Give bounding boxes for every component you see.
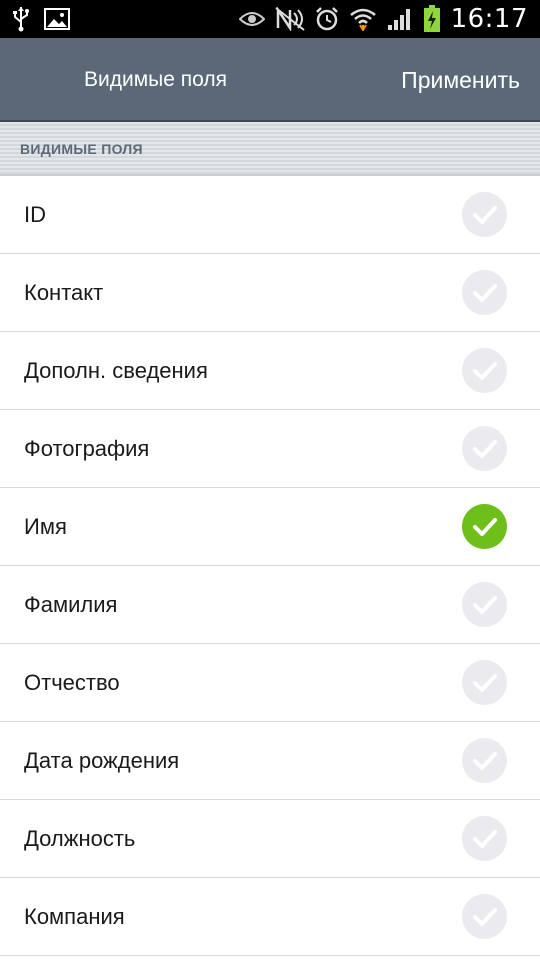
list-item-label: ID (24, 202, 46, 227)
list-item[interactable]: Дата рождения (0, 722, 540, 800)
list-item-label: Фотография (24, 436, 150, 461)
list-item[interactable]: Фотография (0, 410, 540, 488)
checkmark-icon[interactable] (462, 348, 507, 393)
checkmark-icon[interactable] (462, 660, 507, 705)
battery-charging-icon (423, 5, 441, 33)
section-header-label: ВИДИМЫЕ ПОЛЯ (20, 141, 143, 157)
list-item[interactable]: ID (0, 176, 540, 254)
status-bar-notifications (12, 6, 70, 32)
list-item-label: Фамилия (24, 592, 118, 617)
list-item[interactable]: Имя (0, 488, 540, 566)
visible-fields-list: ID Контакт Дополн. сведения Фотография И… (0, 176, 540, 956)
list-item[interactable]: Дополн. сведения (0, 332, 540, 410)
apply-button[interactable]: Применить (401, 38, 520, 122)
list-item-label: Имя (24, 514, 67, 539)
status-bar: 16:17 (0, 0, 540, 38)
list-item-label: Контакт (24, 280, 104, 305)
checkmark-icon[interactable] (462, 894, 507, 939)
list-item[interactable]: Контакт (0, 254, 540, 332)
usb-icon (12, 6, 30, 32)
eye-icon (238, 10, 265, 28)
list-item[interactable]: Отчество (0, 644, 540, 722)
checkmark-icon[interactable] (462, 270, 507, 315)
list-item-label: Отчество (24, 670, 120, 695)
section-header: ВИДИМЫЕ ПОЛЯ (0, 122, 540, 176)
clock: 16:17 (450, 4, 528, 34)
image-icon (44, 8, 70, 30)
checkmark-icon[interactable] (462, 426, 507, 471)
checkmark-icon[interactable] (462, 192, 507, 237)
list-item[interactable]: Компания (0, 878, 540, 956)
checkmark-icon[interactable] (462, 816, 507, 861)
page-title: Видимые поля (84, 68, 227, 91)
list-item-label: Компания (24, 904, 125, 929)
status-bar-system: 16:17 (238, 4, 528, 34)
list-item-label: Дополн. сведения (24, 358, 208, 383)
alarm-icon (315, 7, 339, 31)
checkmark-icon[interactable] (462, 738, 507, 783)
nfc-icon (274, 7, 305, 31)
checkmark-icon[interactable] (462, 504, 507, 549)
list-item-label: Дата рождения (24, 748, 180, 773)
list-item[interactable]: Фамилия (0, 566, 540, 644)
list-item-label: Должность (24, 826, 136, 851)
signal-icon (387, 7, 413, 31)
list-item[interactable]: Должность (0, 800, 540, 878)
wifi-icon (349, 7, 377, 31)
action-bar: Видимые поля Применить (0, 38, 540, 122)
checkmark-icon[interactable] (462, 582, 507, 627)
